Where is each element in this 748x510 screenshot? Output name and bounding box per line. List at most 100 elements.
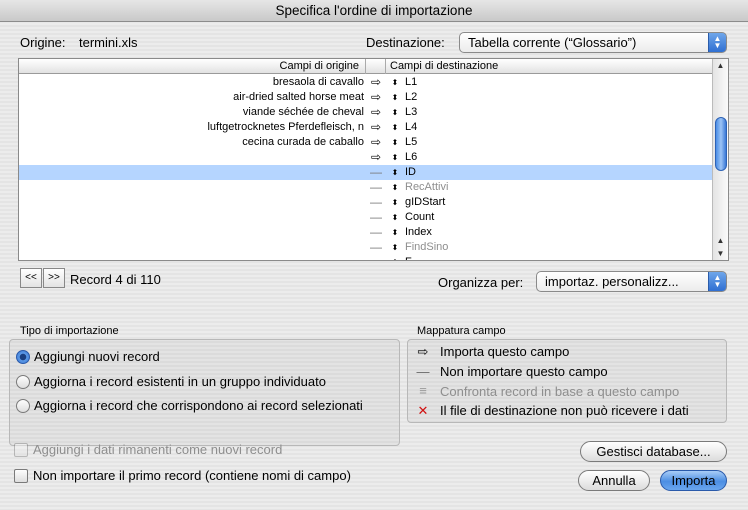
table-row[interactable]: bresaola di cavallo ⇨ ⬍ L1 (19, 75, 713, 90)
reorder-handle-icon[interactable]: ⬍ (389, 195, 401, 210)
table-row[interactable]: — ⬍ gIDStart (19, 195, 713, 210)
window-title: Specifica l'ordine di importazione (0, 0, 748, 22)
destination-field-name: L3 (405, 106, 418, 118)
radio-update-found[interactable] (16, 375, 30, 389)
source-field-name: air-dried salted horse meat (233, 91, 364, 103)
arrow-right-icon[interactable]: ⇨ (366, 150, 386, 165)
legend-skip-label: Non importare questo campo (440, 364, 608, 379)
red-x-icon: ✕ (417, 403, 429, 418)
organize-value: importaz. personalizz... (545, 274, 679, 289)
source-field-name: luftgetrocknetes Pferdefleisch, n (207, 121, 364, 133)
arrow-right-icon[interactable]: ⇨ (366, 105, 386, 120)
scroll-down-icon[interactable]: ▼ (713, 247, 728, 260)
arrow-right-icon[interactable]: ⇨ (366, 135, 386, 150)
equals-icon: ≡ (419, 383, 427, 398)
destination-field-name: L5 (405, 136, 418, 148)
record-counter: Record 4 di 110 (70, 272, 161, 287)
arrow-right-icon[interactable]: ⇨ (366, 120, 386, 135)
table-row[interactable]: — ⬍ ID (19, 165, 713, 180)
import-order-dialog: Origine: termini.xls Destinazione: Tabel… (0, 23, 748, 510)
table-row[interactable]: ⇨ ⬍ L6 (19, 150, 713, 165)
arrow-right-icon[interactable]: ⇨ (366, 90, 386, 105)
skip-first-record-label[interactable]: Non importare il primo record (contiene … (33, 468, 351, 483)
col-dest-header[interactable]: Campi di destinazione (386, 59, 713, 74)
reorder-handle-icon[interactable]: ⬍ (389, 105, 401, 120)
destination-field-name: L1 (405, 76, 418, 88)
table-row[interactable]: — ⬍ Index (19, 225, 713, 240)
reorder-handle-icon[interactable]: ⬍ (389, 225, 401, 240)
dash-icon[interactable]: — (366, 165, 386, 180)
reorder-handle-icon[interactable]: ⬍ (389, 120, 401, 135)
source-field-name: cecina curada de caballo (242, 136, 364, 148)
reorder-handle-icon[interactable]: ⬍ (389, 180, 401, 195)
table-row[interactable]: —⬍ F (19, 255, 713, 260)
radio-add-new[interactable] (16, 350, 30, 364)
reorder-handle-icon[interactable]: ⬍ (389, 135, 401, 150)
dash-icon[interactable]: — (366, 195, 386, 210)
mapping-legend-title: Mappatura campo (417, 325, 506, 337)
destination-label: Destinazione: (366, 35, 445, 50)
reorder-handle-icon[interactable]: ⬍ (389, 90, 401, 105)
destination-field-name: FindSino (405, 241, 449, 253)
add-remaining-label: Aggiungi i dati rimanenti come nuovi rec… (33, 442, 283, 457)
legend-error-label: Il file di destinazione non può ricevere… (440, 403, 689, 418)
source-filename: termini.xls (79, 35, 138, 50)
destination-field-name: Count (405, 211, 435, 223)
prev-record-button[interactable]: << (20, 268, 42, 288)
table-row[interactable]: — ⬍ FindSino (19, 240, 713, 255)
cancel-button[interactable]: Annulla (578, 470, 650, 491)
field-mapping-table[interactable]: Campi di origine Campi di destinazione b… (18, 58, 729, 261)
organize-popup[interactable]: importaz. personalizz... ▲ ▼ (536, 271, 727, 292)
table-row[interactable]: — ⬍ RecAttivi (19, 180, 713, 195)
source-field-name: bresaola di cavallo (272, 76, 364, 88)
radio-update-matching[interactable] (16, 399, 30, 413)
skip-first-record-checkbox[interactable] (14, 469, 28, 483)
manage-database-button[interactable]: Gestisci database... (580, 441, 727, 462)
table-row[interactable]: — ⬍ Count (19, 210, 713, 225)
table-row[interactable]: luftgetrocknetes Pferdefleisch, n ⇨ ⬍ L4 (19, 120, 713, 135)
scroll-thumb[interactable] (715, 117, 727, 171)
table-row[interactable]: cecina curada de caballo ⇨ ⬍ L5 (19, 135, 713, 150)
col-source-header[interactable]: Campi di origine (19, 59, 366, 74)
reorder-handle-icon[interactable]: ⬍ (389, 255, 401, 260)
table-header: Campi di origine Campi di destinazione (19, 59, 713, 74)
legend-import-label: Importa questo campo (440, 344, 570, 359)
mapping-legend-group: ⇨ Importa questo campo — Non importare q… (407, 339, 727, 423)
import-button[interactable]: Importa (660, 470, 727, 491)
reorder-handle-icon[interactable]: ⬍ (389, 150, 401, 165)
dash-icon: — (416, 364, 430, 379)
scroll-up-icon[interactable]: ▲ (713, 59, 728, 72)
table-row[interactable]: viande séchée de cheval ⇨ ⬍ L3 (19, 105, 713, 120)
destination-field-name: gIDStart (405, 196, 446, 208)
radio-update-found-label[interactable]: Aggiorna i record esistenti in un gruppo… (34, 374, 326, 389)
vertical-scrollbar[interactable]: ▲ ▲ ▼ (712, 59, 728, 260)
destination-popup[interactable]: Tabella corrente (“Glossario”) ▲ ▼ (459, 32, 727, 53)
add-remaining-checkbox[interactable] (14, 443, 28, 457)
destination-field-name: F (405, 255, 412, 260)
dash-icon[interactable]: — (366, 240, 386, 255)
next-record-button[interactable]: >> (43, 268, 65, 288)
dash-icon[interactable]: — (366, 225, 386, 240)
reorder-handle-icon[interactable]: ⬍ (389, 210, 401, 225)
destination-field-name: L4 (405, 121, 418, 133)
radio-update-matching-label[interactable]: Aggiorna i record che corrispondono ai r… (34, 398, 363, 413)
import-type-group: Aggiungi nuovi record Aggiorna i record … (9, 339, 400, 446)
legend-match-label: Confronta record in base a questo campo (440, 384, 680, 399)
reorder-handle-icon[interactable]: ⬍ (389, 240, 401, 255)
destination-field-name: ID (405, 166, 416, 178)
arrow-right-icon[interactable]: ⇨ (366, 75, 386, 90)
destination-value: Tabella corrente (“Glossario”) (468, 35, 637, 50)
radio-add-new-label[interactable]: Aggiungi nuovi record (34, 349, 160, 364)
dash-icon[interactable]: — (366, 210, 386, 225)
reorder-handle-icon[interactable]: ⬍ (389, 75, 401, 90)
import-type-title: Tipo di importazione (20, 325, 119, 337)
popup-arrows-icon: ▲ ▼ (708, 272, 726, 291)
source-field-name: viande séchée de cheval (242, 106, 364, 118)
dash-icon[interactable]: — (366, 180, 386, 195)
dash-icon[interactable]: — (366, 255, 386, 260)
arrow-right-icon: ⇨ (417, 344, 429, 359)
reorder-handle-icon[interactable]: ⬍ (389, 165, 401, 180)
scroll-up-icon[interactable]: ▲ (713, 234, 728, 247)
table-row[interactable]: air-dried salted horse meat ⇨ ⬍ L2 (19, 90, 713, 105)
destination-field-name: Index (405, 226, 432, 238)
